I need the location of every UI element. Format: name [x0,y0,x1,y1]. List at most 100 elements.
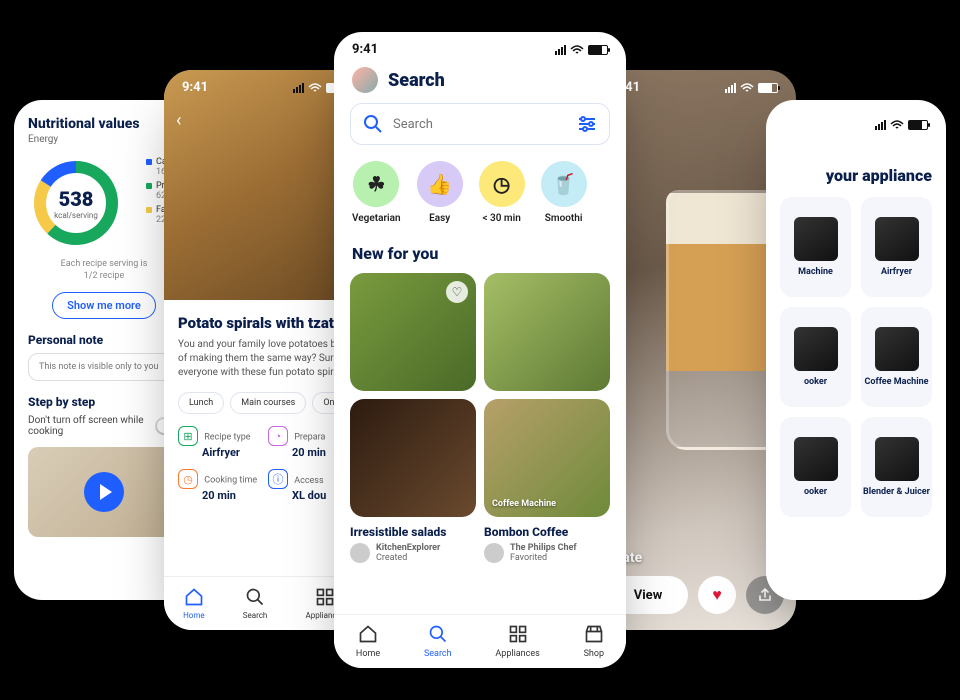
wifi-icon [570,45,584,55]
home-tab[interactable]: Home [356,624,380,659]
appliance-image [875,327,919,371]
personal-note-heading: Personal note [28,333,180,347]
recipe-meta-item: ⊞ Recipe type Airfryer [178,426,260,459]
category-label: Easy [429,213,450,224]
share-icon [757,587,773,603]
appliance-image [794,217,838,261]
category-icon: ☘ [353,161,399,207]
search-bar[interactable] [350,103,610,145]
recipe-card[interactable]: Coffee Machine [484,399,610,517]
new-for-you-heading: New for you [334,234,626,273]
appliance-card[interactable]: Coffee Machine [861,307,932,407]
home-tab[interactable]: Home [183,587,205,620]
appliance-label: ooker [804,487,827,497]
page-title: Search [388,70,445,91]
shop-tab[interactable]: Shop [584,624,605,659]
prep-time-icon: ◔ [268,426,288,446]
recipe-card[interactable] [484,273,610,391]
status-time: 9:41 [182,80,208,95]
signal-icon [293,83,304,93]
tab-label: Search [243,611,268,620]
home-icon [358,624,378,647]
appliance-card[interactable]: ooker [780,417,851,517]
category-label: Smoothi [545,213,583,224]
author-sub: Favorited [510,553,547,563]
recipe-tag-chip[interactable]: Lunch [178,392,224,414]
card-title: Irresistible salads [350,525,476,539]
battery-icon [758,83,778,93]
recipe-tag-chip[interactable]: Main courses [230,392,306,414]
smoothie-chip[interactable]: 🥤 Smoothi [541,161,587,224]
cook-time-icon: ◷ [178,469,198,489]
under-30-chip[interactable]: ◷ < 30 min [479,161,525,224]
search-screen: 9:41 Search ☘ Vegetarian 👍 Easy ◷ < 30 m… [334,32,626,668]
category-row: ☘ Vegetarian 👍 Easy ◷ < 30 min 🥤 Smoothi [334,145,626,234]
author-avatar [350,543,370,563]
wifi-icon [890,120,904,130]
search-input[interactable] [393,117,567,132]
category-icon: 🥤 [541,161,587,207]
personal-note-input[interactable] [28,353,180,381]
tab-label: Shop [584,649,605,659]
card-meta-block: Bombon Coffee The Philips ChefFavorited [484,525,610,563]
wifi-icon [740,83,754,93]
search-icon [245,587,265,609]
appliances-tab[interactable]: Appliances [495,624,539,659]
tab-label: Home [183,611,205,620]
recipe-card[interactable] [350,399,476,517]
appliance-label: Airfryer [881,267,912,277]
calories-value: 538 [59,187,94,211]
author-avatar [484,543,504,563]
user-avatar[interactable] [352,67,378,93]
appliances-grid: Machine Airfryer ooker Coffee Machine oo… [780,197,932,517]
step-by-step-heading: Step by step [28,395,180,409]
accessory-icon: ⓘ [268,469,288,489]
filter-icon[interactable] [577,114,597,134]
appliance-tag: Coffee Machine [492,499,556,509]
status-icons [725,83,778,93]
appliance-card[interactable]: Airfryer [861,197,932,297]
appliance-card[interactable]: ooker [780,307,851,407]
battery-icon [588,45,608,55]
appliance-label: Machine [798,267,833,277]
status-time: 9:41 [352,42,378,57]
recipe-title: Potato spirals with tzatz [178,314,350,332]
calories-unit: kcal/serving [54,211,98,220]
category-label: Vegetarian [352,213,401,224]
favorite-button[interactable]: ♥ [698,576,736,614]
appliance-image [875,437,919,481]
show-more-button[interactable]: Show me more [52,292,156,319]
nutrition-title: Nutritional values [28,116,180,132]
back-icon[interactable]: ‹ [176,110,181,131]
appliance-image [875,217,919,261]
appliance-card[interactable]: Blender & Juicer [861,417,932,517]
easy-chip[interactable]: 👍 Easy [417,161,463,224]
shop-icon [584,624,604,647]
category-icon: ◷ [479,161,525,207]
appliance-image [794,327,838,371]
category-label: < 30 min [482,213,520,224]
step-video-thumbnail[interactable] [28,447,180,537]
recipe-description: You and your family love potatoes bu of … [178,338,350,380]
favorite-icon[interactable]: ♡ [446,281,468,303]
servings-caption: Each recipe serving is 1/2 recipe [28,259,180,282]
author-name: KitchenExplorer [376,543,440,553]
vegetarian-chip[interactable]: ☘ Vegetarian [352,161,401,224]
signal-icon [725,83,736,93]
appliance-label: ooker [804,377,827,387]
tab-label: Home [356,649,380,659]
appliance-card[interactable]: Machine [780,197,851,297]
search-icon [428,624,448,647]
tab-label: Search [424,649,452,659]
recipe-meta-grid: ⊞ Recipe type Airfryer ◔ Prepara 20 min … [178,426,350,502]
search-tab[interactable]: Search [424,624,452,659]
signal-icon [555,45,566,55]
home-icon [184,587,204,609]
recipe-cards-grid: ♡ Coffee Machine [334,273,626,517]
appliance-label: Coffee Machine [865,377,929,387]
recipe-card[interactable]: ♡ [350,273,476,391]
screen-on-label: Don't turn off screen while cooking [28,415,155,437]
appliances-screen: your appliance Machine Airfryer ooker Co… [766,100,946,600]
search-tab[interactable]: Search [243,587,268,620]
feature-title: y late [608,550,784,566]
